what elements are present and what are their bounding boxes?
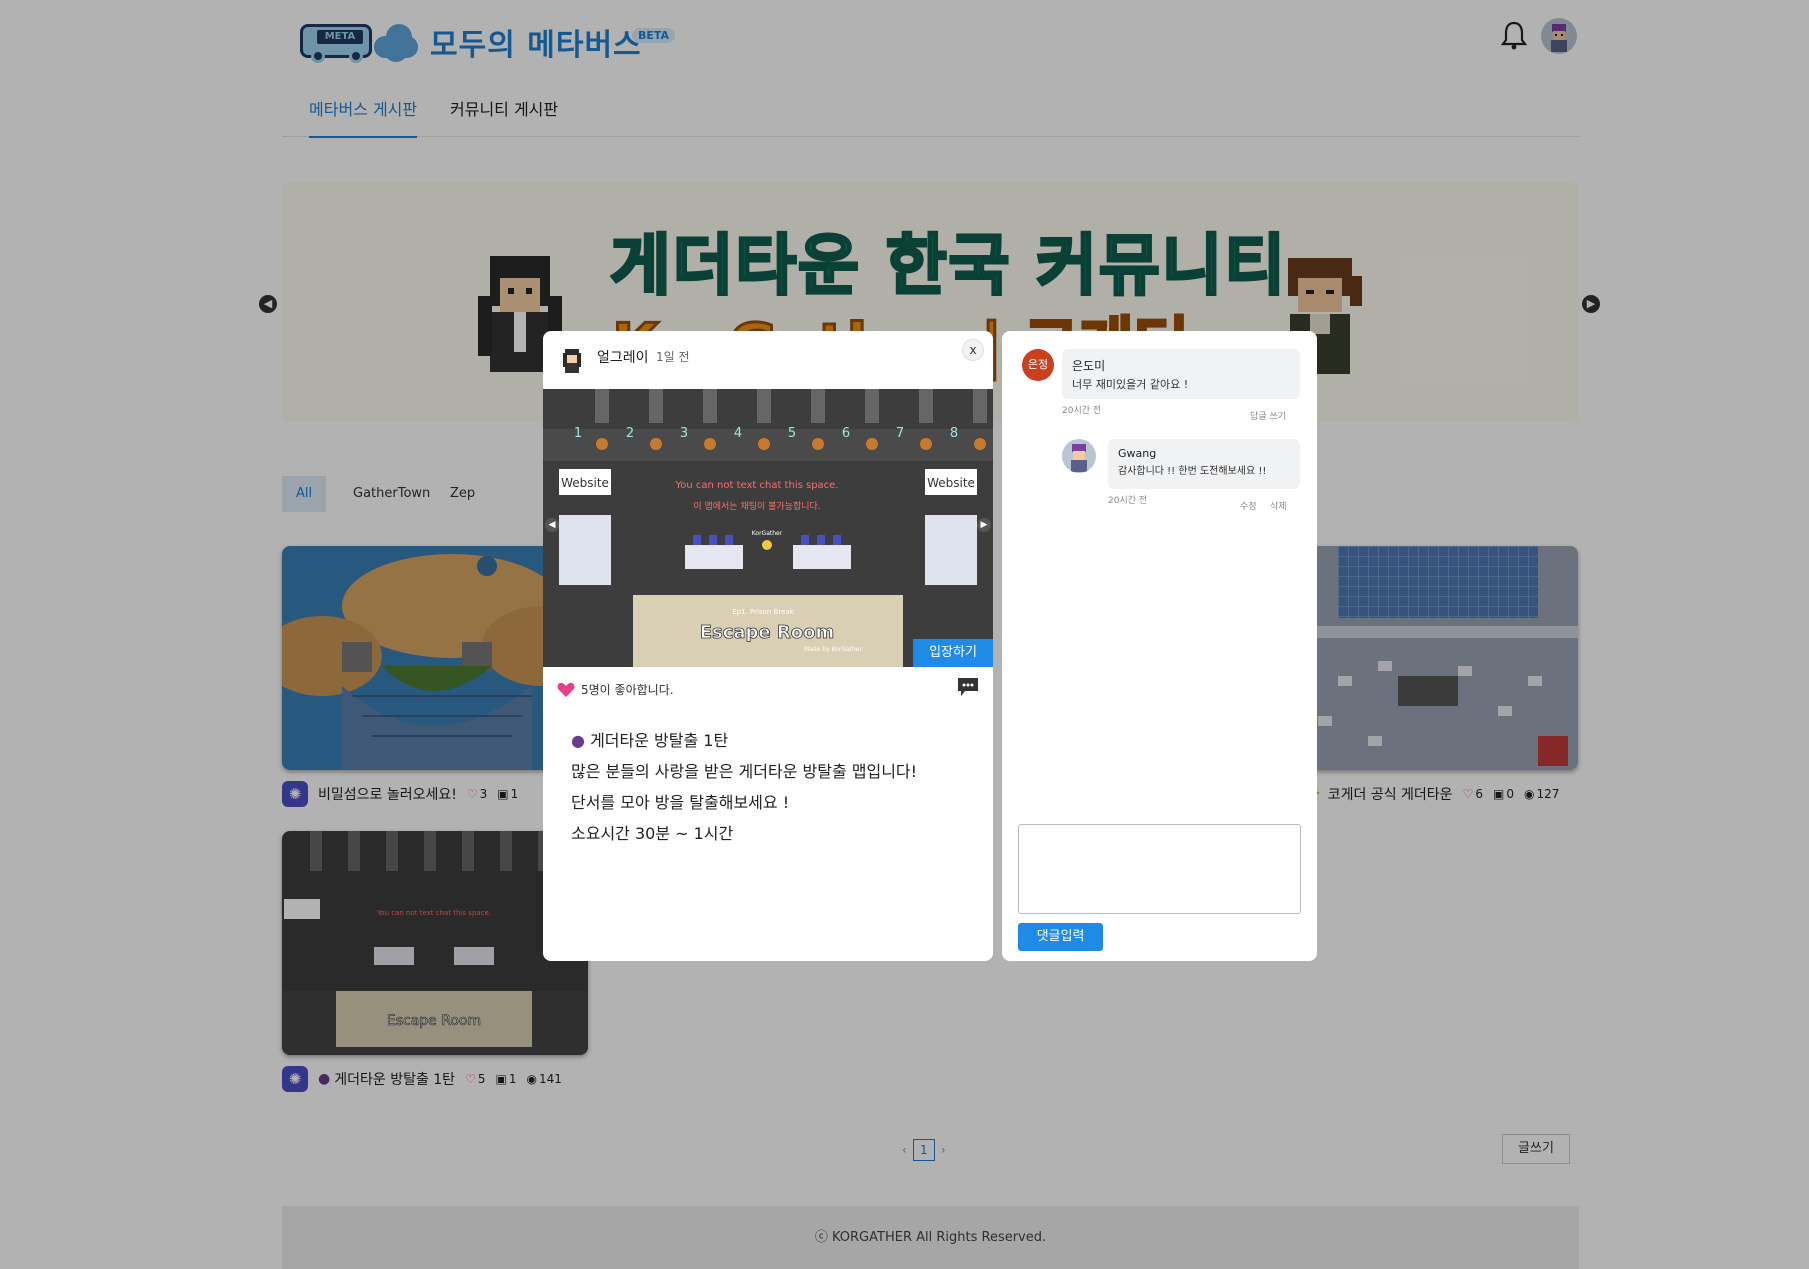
- escape-room-map-image: 1 2 3 4 5 6 7 8 Website Website You can …: [543, 389, 993, 667]
- commenter-name: 은도미: [1072, 359, 1106, 373]
- comments-panel: 은정 은도미 너무 재미있을거 같아요 ! 20시간 전 답글 쓰기 Gwang…: [1002, 331, 1317, 961]
- close-button[interactable]: x: [962, 339, 984, 361]
- website-sign: Website: [927, 476, 975, 490]
- pixel-avatar-icon: [1071, 444, 1087, 472]
- delete-button[interactable]: 삭제: [1270, 499, 1287, 512]
- comment-submit-button[interactable]: 댓글입력: [1018, 923, 1103, 951]
- room-number: 3: [680, 426, 688, 441]
- comment-text: 너무 재미있을거 같아요 !: [1072, 378, 1189, 391]
- like-row: 5명이 좋아합니다.: [557, 681, 674, 698]
- room-number: 7: [896, 426, 904, 441]
- media-next-arrow-icon[interactable]: ▶: [977, 518, 991, 532]
- comment-time: 20시간 전: [1062, 406, 1102, 416]
- website-sign: Website: [561, 476, 609, 490]
- media-prev-arrow-icon[interactable]: ◀: [545, 518, 559, 532]
- pixel-avatar-icon: [563, 349, 581, 373]
- room-number: 5: [788, 426, 796, 441]
- post-body: ● 게더타운 방탈출 1탄 많은 분들의 사랑을 받은 게더타운 방탈출 맵입니…: [571, 725, 981, 849]
- comment-input[interactable]: [1018, 824, 1301, 914]
- reply-author: Gwang: [1118, 447, 1157, 460]
- heart-icon[interactable]: [557, 682, 575, 698]
- post-header: 얼그레이 1일 전 x: [543, 331, 993, 389]
- edit-button[interactable]: 수정: [1240, 499, 1257, 512]
- post-body-line: 많은 분들의 사랑을 받은 게더타운 방탈출 맵입니다!: [571, 762, 918, 781]
- post-media-carousel: 1 2 3 4 5 6 7 8 Website Website You can …: [543, 389, 993, 667]
- room-number: 6: [842, 426, 850, 441]
- media-banner-small: Ep1. Prison Break: [732, 608, 794, 616]
- like-text: 5명이 좋아합니다.: [581, 683, 674, 697]
- reply-bubble: Gwang 감사합니다 !! 한번 도전해보세요 !!: [1108, 439, 1300, 489]
- bomb-icon: ●: [571, 731, 585, 750]
- reply-button[interactable]: 답글 쓰기: [1250, 409, 1286, 422]
- commenter-avatar: 은정: [1022, 349, 1054, 381]
- author-avatar: [557, 345, 587, 375]
- reply-text: 감사합니다 !! 한번 도전해보세요 !!: [1118, 466, 1267, 477]
- comment-bubble: 은도미 너무 재미있을거 같아요 !: [1062, 349, 1300, 399]
- no-chat-notice: You can not text chat this space.: [674, 480, 838, 491]
- player-tag: KorGather: [752, 530, 783, 537]
- comment-bubble-icon[interactable]: [957, 677, 979, 697]
- enter-space-button[interactable]: 입장하기: [913, 639, 993, 667]
- reply-avatar: [1062, 439, 1096, 473]
- post-time: 1일 전: [656, 350, 690, 364]
- post-author[interactable]: 얼그레이: [597, 347, 649, 367]
- media-banner-credit: Made by KorGather: [804, 646, 862, 653]
- room-number: 4: [734, 426, 742, 441]
- room-number: 1: [574, 426, 582, 441]
- media-banner-title: Escape Room: [700, 622, 835, 643]
- post-detail-modal: 얼그레이 1일 전 x 1 2 3 4 5 6 7 8 Website Webs…: [543, 331, 993, 961]
- post-title-line: ● 게더타운 방탈출 1탄: [571, 731, 729, 750]
- reply-time: 20시간 전: [1108, 496, 1148, 506]
- room-number: 8: [950, 426, 958, 441]
- room-number: 2: [626, 426, 634, 441]
- post-body-line: 단서를 모아 방을 탈출해보세요 !: [571, 793, 790, 812]
- post-body-line: 소요시간 30분 ~ 1시간: [571, 824, 734, 843]
- no-chat-notice-ko: 이 맵에서는 채팅이 불가능합니다.: [693, 500, 820, 512]
